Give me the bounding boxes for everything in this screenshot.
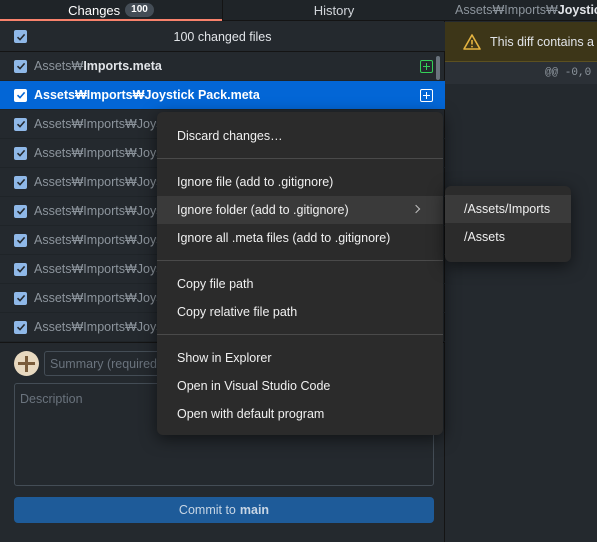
commit-button[interactable]: Commit to main — [14, 497, 434, 523]
menu-item-ignore-folder-label: Ignore folder (add to .gitignore) — [177, 203, 349, 217]
diff-warning-text: This diff contains a — [490, 34, 594, 49]
diff-file-path: Assets₩Imports₩Joystick — [445, 0, 597, 21]
commit-branch-name: main — [239, 503, 270, 517]
menu-divider — [157, 158, 443, 159]
select-all-row: 100 changed files — [0, 22, 445, 52]
github-desktop-window: Changes 100 History 100 changed files As… — [0, 0, 597, 542]
menu-divider — [157, 334, 443, 335]
tab-history-label: History — [313, 2, 355, 18]
menu-item-discard[interactable]: Discard changes… — [157, 122, 443, 150]
diff-warning-banner: This diff contains a — [445, 22, 597, 62]
added-file-icon — [420, 60, 433, 73]
menu-item-open-default[interactable]: Open with default program — [157, 400, 443, 428]
file-path: Assets₩Imports₩Joystick Pack.meta — [34, 88, 260, 102]
diff-hunk-header: @@ -0,0 + — [445, 62, 597, 84]
menu-item-open-vscode[interactable]: Open in Visual Studio Code — [157, 372, 443, 400]
file-path: Assets₩Imports.meta — [34, 59, 162, 73]
diff-pane: Assets₩Imports₩Joystick This diff contai… — [445, 0, 597, 542]
chevron-right-icon — [411, 204, 421, 214]
submenu-item-assets[interactable]: /Assets — [445, 223, 571, 251]
file-checkbox[interactable] — [14, 88, 27, 102]
changes-count-badge: 100 — [125, 3, 154, 17]
menu-item-ignore-meta[interactable]: Ignore all .meta files (add to .gitignor… — [157, 224, 443, 252]
added-file-icon — [420, 89, 433, 102]
file-context-menu: Discard changes… Ignore file (add to .gi… — [157, 112, 443, 435]
menu-item-copy-relative-path[interactable]: Copy relative file path — [157, 298, 443, 326]
file-checkbox[interactable] — [14, 117, 27, 131]
changed-files-count: 100 changed files — [173, 29, 272, 44]
file-checkbox[interactable] — [14, 59, 27, 73]
menu-item-ignore-folder[interactable]: Ignore folder (add to .gitignore) — [157, 196, 443, 224]
file-checkbox[interactable] — [14, 175, 27, 189]
warning-icon — [463, 33, 481, 50]
file-checkbox[interactable] — [14, 291, 27, 305]
file-checkbox[interactable] — [14, 146, 27, 160]
commit-button-prefix: Commit to — [178, 503, 236, 517]
menu-divider — [157, 260, 443, 261]
tab-changes[interactable]: Changes 100 — [0, 0, 222, 21]
submenu-item-assets-imports[interactable]: /Assets/Imports — [445, 195, 571, 223]
tab-history[interactable]: History — [222, 0, 445, 20]
avatar — [14, 351, 39, 376]
menu-item-ignore-file[interactable]: Ignore file (add to .gitignore) — [157, 168, 443, 196]
file-row[interactable]: Assets₩Imports.meta — [0, 52, 445, 81]
file-checkbox[interactable] — [14, 262, 27, 276]
ignore-folder-submenu: /Assets/Imports /Assets — [445, 186, 571, 262]
tab-changes-label: Changes — [68, 2, 121, 18]
file-checkbox[interactable] — [14, 320, 27, 334]
tab-bar: Changes 100 History — [0, 0, 445, 21]
menu-item-show-in-explorer[interactable]: Show in Explorer — [157, 344, 443, 372]
file-list-scrollbar[interactable] — [436, 56, 440, 80]
file-checkbox[interactable] — [14, 233, 27, 247]
menu-item-copy-path[interactable]: Copy file path — [157, 270, 443, 298]
file-checkbox[interactable] — [14, 204, 27, 218]
file-row-selected[interactable]: Assets₩Imports₩Joystick Pack.meta — [0, 81, 445, 110]
